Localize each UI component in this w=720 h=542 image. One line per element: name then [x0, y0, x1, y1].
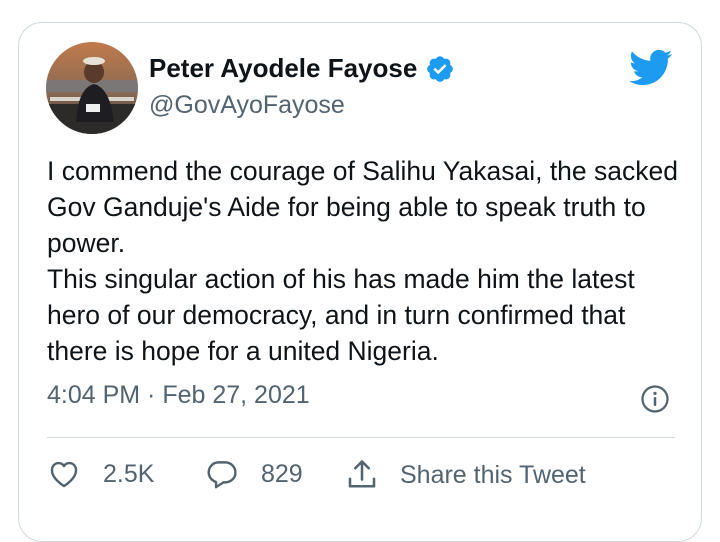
like-count: 2.5K — [103, 459, 155, 488]
display-name[interactable]: Peter Ayodele Fayose — [149, 53, 455, 84]
user-handle[interactable]: @GovAyoFayose — [149, 91, 345, 120]
tweet-timestamp[interactable]: 4:04 PM · Feb 27, 2021 — [47, 381, 310, 410]
avatar[interactable] — [46, 42, 138, 134]
share-icon — [348, 460, 376, 488]
tweet-card[interactable]: Peter Ayodele Fayose @GovAyoFayose I com… — [18, 22, 702, 542]
heart-icon — [50, 461, 78, 488]
avatar-photo — [46, 42, 138, 134]
display-name-text: Peter Ayodele Fayose — [149, 53, 418, 83]
tweet-text: I commend the courage of Salihu Yakasai,… — [47, 156, 678, 366]
reply-button[interactable]: 829 — [205, 457, 303, 491]
share-button[interactable]: Share this Tweet — [344, 457, 586, 493]
divider — [47, 437, 675, 438]
info-icon[interactable] — [640, 384, 670, 414]
share-label: Share this Tweet — [400, 460, 586, 489]
reply-bubble-icon — [207, 461, 237, 489]
verified-badge-icon — [427, 55, 454, 82]
like-button[interactable]: 2.5K — [47, 457, 154, 491]
reply-count: 829 — [261, 459, 303, 488]
twitter-bird-icon[interactable] — [629, 45, 673, 89]
